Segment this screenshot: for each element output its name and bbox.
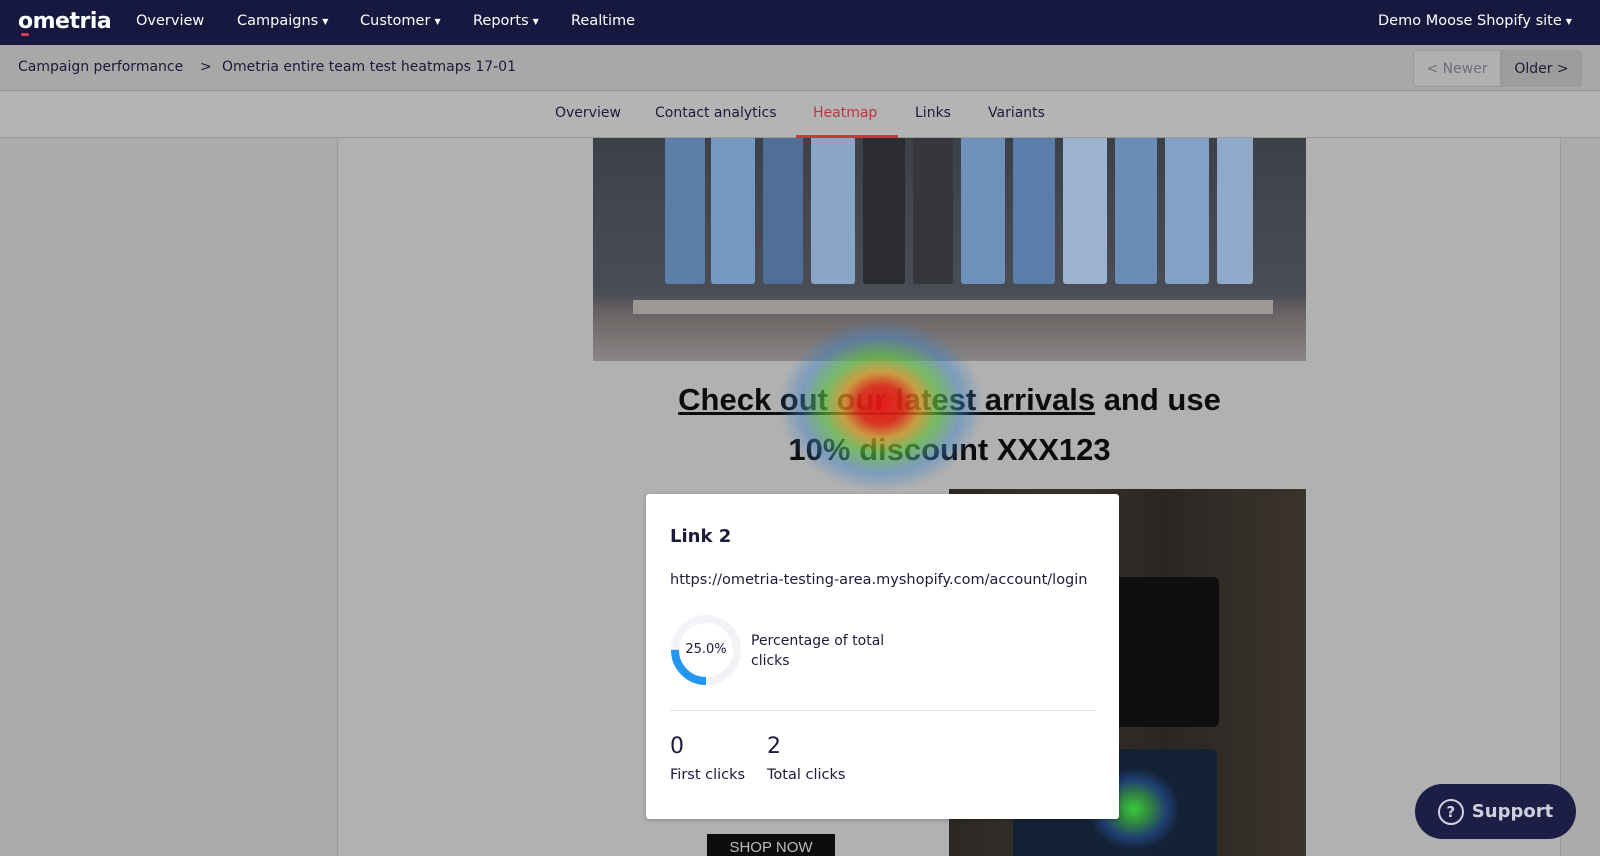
- link-title: Link 2: [670, 526, 732, 547]
- jeans-item: [1115, 138, 1157, 284]
- nav-overview-label: Overview: [136, 13, 205, 29]
- nav-customer-label: Customer: [360, 13, 431, 29]
- site-selector-label: Demo Moose Shopify site: [1378, 13, 1562, 29]
- tab-contact-analytics[interactable]: Contact analytics: [655, 105, 777, 121]
- nav-campaigns-label: Campaigns: [237, 13, 319, 29]
- first-clicks-label: First clicks: [670, 767, 746, 783]
- ometria-logo[interactable]: ometria: [18, 9, 112, 36]
- breadcrumb-separator: >: [200, 59, 212, 75]
- caret-down-icon: ▼: [322, 16, 329, 26]
- jeans-item: [763, 138, 803, 284]
- jeans-item: [1013, 138, 1055, 284]
- breadcrumb-current: Ometria entire team test heatmaps 17-01: [222, 59, 516, 75]
- total-clicks-label: Total clicks: [767, 767, 846, 783]
- logo-text: ometria: [18, 9, 112, 34]
- jeans-item: [961, 138, 1005, 284]
- jeans-item: [1165, 138, 1209, 284]
- jeans-item: [811, 138, 855, 284]
- jeans-hero-image: [593, 138, 1306, 361]
- nav-customer[interactable]: Customer ▼: [360, 13, 441, 29]
- nav-campaigns[interactable]: Campaigns ▼: [237, 13, 328, 29]
- first-clicks-count: 0: [670, 734, 684, 759]
- newer-button[interactable]: < Newer: [1413, 50, 1501, 87]
- caret-down-icon: ▼: [434, 16, 441, 26]
- heatmap-hotspot[interactable]: [778, 318, 984, 492]
- jeans-item: [665, 138, 705, 284]
- breadcrumb: Campaign performance > Ometria entire te…: [0, 45, 1600, 91]
- percentage-description: Percentage of total clicks: [751, 633, 885, 669]
- help-icon: ?: [1437, 798, 1464, 825]
- divider: [670, 710, 1095, 711]
- link-stats-popup: Link 2 https://ometria-testing-area.mysh…: [646, 494, 1119, 819]
- tab-variants[interactable]: Variants: [988, 105, 1045, 121]
- jeans-item: [1217, 138, 1253, 284]
- older-button[interactable]: Older >: [1501, 50, 1582, 87]
- jeans-item: [913, 138, 953, 284]
- shelf: [633, 300, 1273, 314]
- tab-heatmap[interactable]: Heatmap: [813, 105, 877, 121]
- link-url: https://ometria-testing-area.myshopify.c…: [670, 572, 1088, 588]
- support-button[interactable]: ? Support: [1415, 784, 1576, 839]
- total-clicks-count: 2: [767, 734, 781, 759]
- site-selector[interactable]: Demo Moose Shopify site ▼: [1378, 13, 1572, 29]
- logo-accent: [21, 33, 29, 36]
- tab-links[interactable]: Links: [915, 105, 951, 121]
- nav-realtime-label: Realtime: [571, 13, 636, 29]
- headline-text: and use: [1095, 382, 1221, 417]
- caret-down-icon: ▼: [1565, 16, 1572, 26]
- nav-realtime[interactable]: Realtime: [571, 13, 635, 29]
- jeans-item: [711, 138, 755, 284]
- breadcrumb-campaign-performance[interactable]: Campaign performance: [18, 59, 183, 75]
- jeans-item: [1063, 138, 1107, 284]
- percentage-value: 25.0%: [685, 642, 727, 657]
- support-label: Support: [1471, 801, 1554, 822]
- tab-overview[interactable]: Overview: [555, 105, 621, 121]
- nav-overview[interactable]: Overview: [136, 13, 204, 29]
- caret-down-icon: ▼: [532, 16, 539, 26]
- nav-reports[interactable]: Reports ▼: [473, 13, 539, 29]
- nav-reports-label: Reports: [473, 13, 529, 29]
- jeans-item: [863, 138, 905, 284]
- tab-bar: Overview Contact analytics Heatmap Links…: [0, 91, 1600, 138]
- shop-now-button[interactable]: SHOP NOW: [707, 834, 835, 856]
- top-navigation: ometria Overview Campaigns ▼ Customer ▼ Re…: [0, 0, 1600, 45]
